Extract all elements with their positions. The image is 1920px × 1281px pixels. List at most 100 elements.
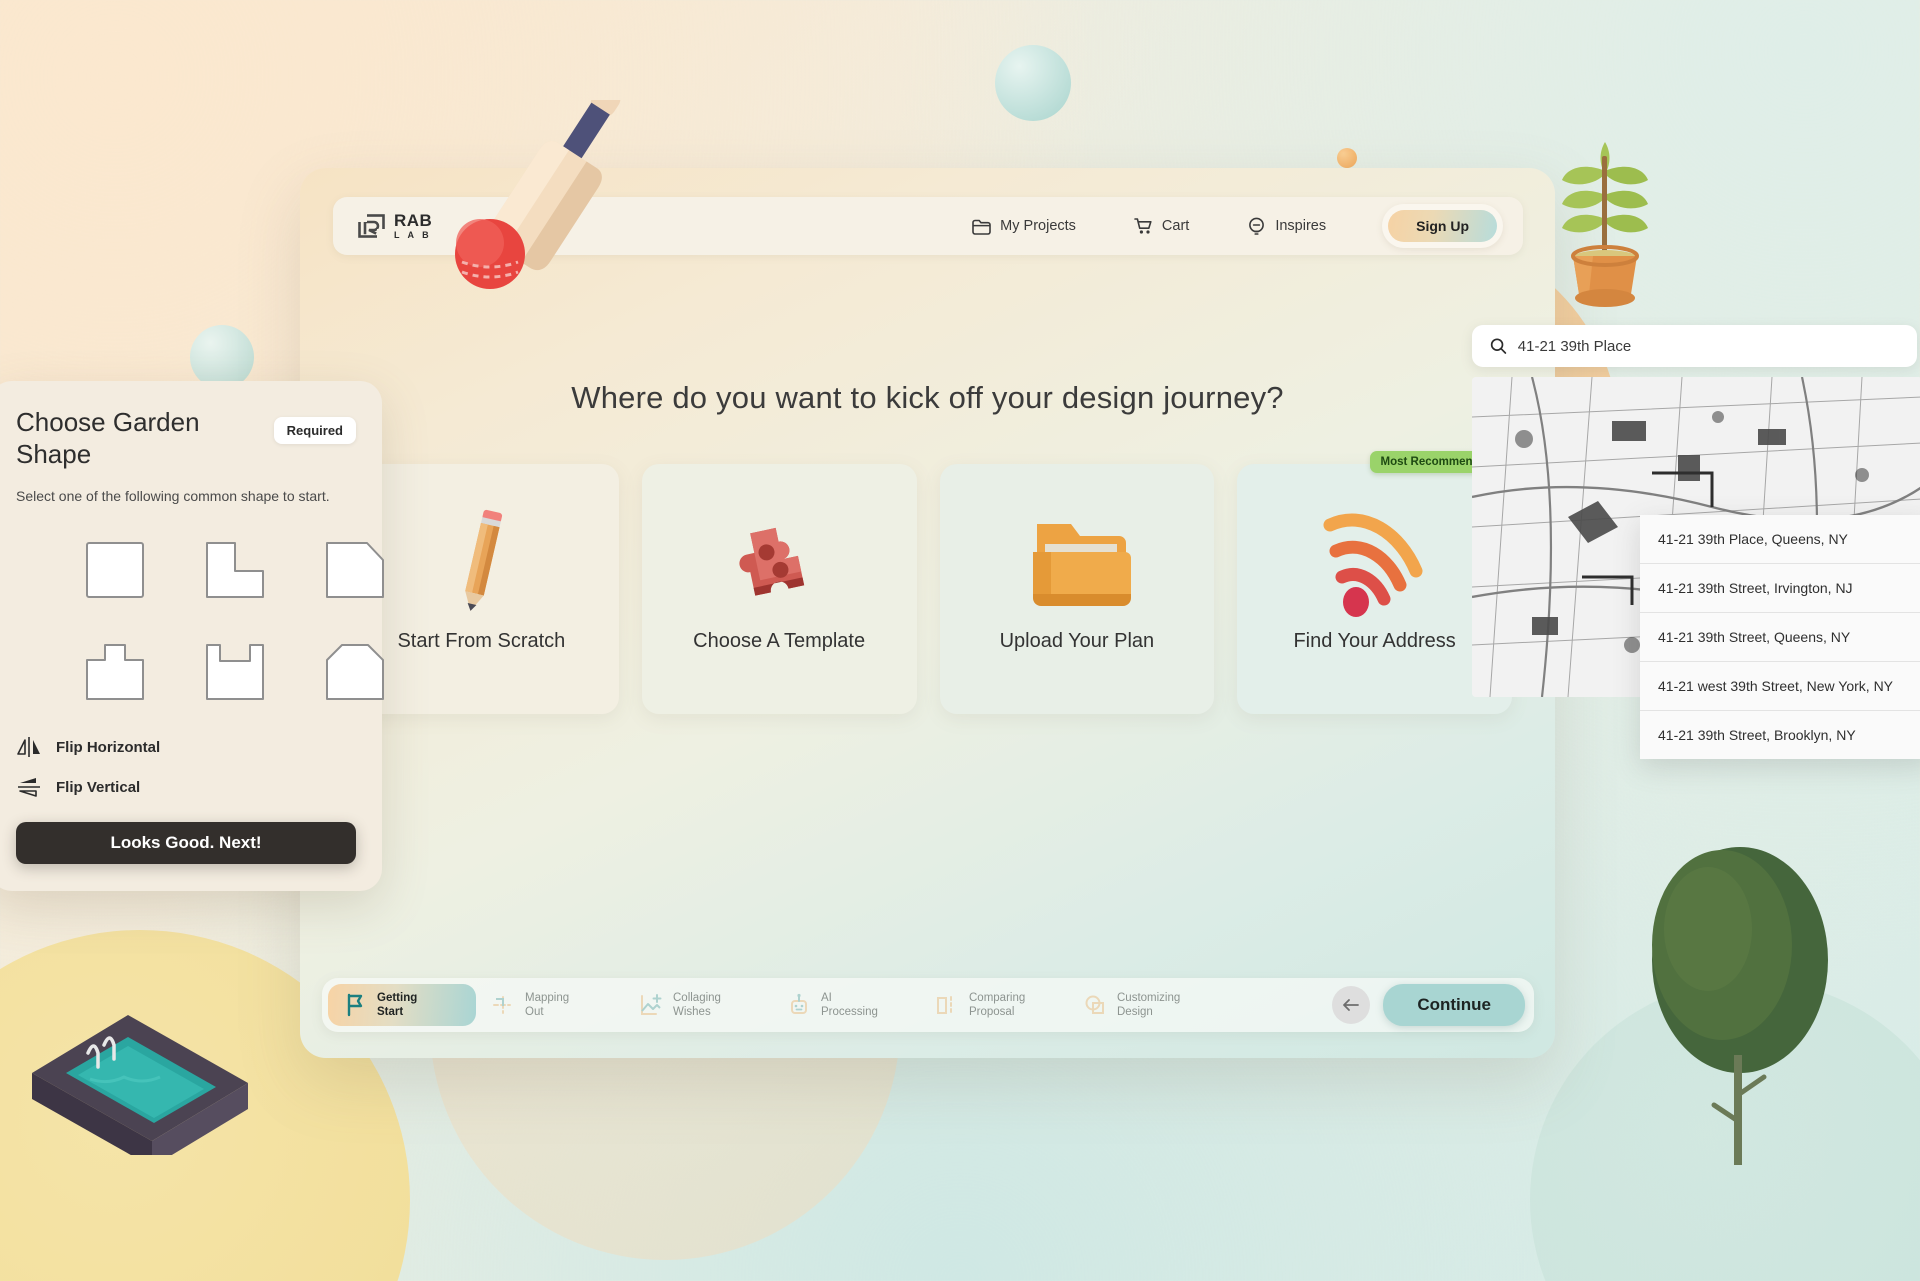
flip-vertical-control[interactable]: Flip Vertical: [16, 776, 356, 798]
shape-option-cut-corner[interactable]: [312, 528, 398, 612]
shape-option-l[interactable]: [192, 528, 278, 612]
flip-horizontal-icon: [17, 737, 40, 758]
signup-button[interactable]: Sign Up: [1388, 210, 1497, 242]
nav-label: Cart: [1161, 218, 1190, 234]
step-line2: Processing: [821, 1006, 878, 1018]
map-pin-icon: [493, 996, 511, 1014]
nav-label: My Projects: [1000, 218, 1076, 234]
shape-options-grid: [16, 528, 384, 714]
card-choose-a-template[interactable]: Choose A Template: [641, 464, 917, 714]
decor-bubble: [190, 325, 254, 389]
step-comparing-proposal[interactable]: Comparing Proposal: [920, 984, 1068, 1026]
flip-horizontal-control[interactable]: Flip Horizontal: [16, 736, 356, 758]
card-label: Find Your Address: [1293, 630, 1456, 652]
arrow-left-icon: [1343, 999, 1360, 1011]
image-plus-icon: [641, 994, 662, 1015]
continue-button[interactable]: Continue: [1383, 984, 1525, 1026]
tree-illustration: [1652, 847, 1828, 1165]
required-badge: Required: [273, 417, 356, 444]
cart-icon: [1134, 218, 1152, 234]
back-button[interactable]: [1332, 986, 1371, 1024]
nav-item-cart[interactable]: Cart: [1134, 217, 1189, 235]
brand-logo[interactable]: RAB L A B: [358, 212, 432, 240]
compare-icon: [937, 996, 952, 1015]
signup-button-wrapper: Sign Up: [1382, 204, 1503, 248]
card-upload-your-plan[interactable]: Upload Your Plan: [939, 464, 1215, 714]
step-getting-start[interactable]: Getting Start: [328, 984, 476, 1026]
step-line1: Comparing: [969, 991, 1026, 1004]
nav-item-my-projects[interactable]: My Projects: [972, 218, 1076, 235]
step-collaging-wishes[interactable]: Collaging Wishes: [624, 984, 772, 1026]
address-result-item[interactable]: 41-21 39th Street, Irvington, NJ: [1640, 564, 1920, 613]
shapes-icon: [1085, 995, 1104, 1014]
step-line1: AI: [821, 991, 832, 1004]
flip-controls: Flip Horizontal Flip Vertical: [16, 736, 356, 798]
step-line1: Mapping: [525, 991, 570, 1004]
option-cards: Start From Scratch Choose A Template Upl…: [344, 451, 1512, 714]
shape-option-beveled[interactable]: [312, 630, 398, 714]
shape-option-t-top[interactable]: [72, 630, 158, 714]
decor-blob-mint: [1530, 980, 1920, 1281]
address-search-panel: 41-21 39th Place, Queens, NY 41-21 39th …: [1472, 325, 1920, 759]
address-result-item[interactable]: 41-21 west 39th Street, New York, NY: [1640, 662, 1920, 711]
decor-bubble: [995, 45, 1071, 121]
step-customizing-design[interactable]: Customizing Design: [1068, 984, 1216, 1026]
top-navigation-bar: RAB L A B My Projects Cart Inspires Sign…: [333, 197, 1523, 255]
shape-option-square[interactable]: [72, 528, 158, 612]
step-mapping-out[interactable]: Mapping Out: [476, 984, 624, 1026]
panel-subtitle: Select one of the following common shape…: [16, 488, 330, 505]
card-label: Upload Your Plan: [999, 630, 1155, 652]
folder-icon: [972, 219, 991, 235]
puzzle-piece-icon: [721, 502, 837, 624]
robot-icon: [791, 993, 807, 1014]
address-search-bar[interactable]: [1472, 325, 1917, 367]
step-line1: Collaging: [673, 991, 721, 1004]
address-result-item[interactable]: 41-21 39th Street, Brooklyn, NY: [1640, 711, 1920, 759]
step-ai-processing[interactable]: AI Processing: [772, 984, 920, 1026]
step-line2: Design: [1117, 1006, 1153, 1018]
flip-horizontal-label: Flip Horizontal: [56, 738, 161, 756]
card-label: Choose A Template: [693, 630, 866, 652]
flip-vertical-icon: [18, 778, 40, 798]
swimming-pool-illustration: [32, 1015, 248, 1155]
beveled-shape-icon: [326, 644, 384, 701]
looks-good-next-button[interactable]: Looks Good. Next!: [16, 822, 356, 865]
rab-logo-mark-icon: [358, 214, 385, 238]
wifi-signal-icon: [1316, 502, 1434, 624]
stepper-actions: Continue: [1332, 984, 1525, 1026]
step-line2: Wishes: [673, 1006, 711, 1018]
flip-vertical-label: Flip Vertical: [56, 778, 141, 796]
progress-stepper: Getting Start Mapping Out Collaging Wish…: [322, 978, 1534, 1032]
shape-option-notched[interactable]: [192, 630, 278, 714]
l-shape-icon: [206, 542, 264, 599]
address-results-list: 41-21 39th Place, Queens, NY 41-21 39th …: [1640, 515, 1920, 759]
step-line2: Out: [525, 1006, 544, 1018]
brand-subname: L A B: [394, 230, 432, 240]
address-search-input[interactable]: [1517, 337, 1899, 355]
nav-label: Inspires: [1275, 218, 1327, 234]
address-result-item[interactable]: 41-21 39th Street, Queens, NY: [1640, 613, 1920, 662]
app-window: RAB L A B My Projects Cart Inspires Sign…: [300, 168, 1555, 1058]
page-headline: Where do you want to kick off your desig…: [571, 380, 1284, 415]
flag-icon: [347, 993, 363, 1017]
folder-3d-icon: [1021, 502, 1133, 624]
t-top-shape-icon: [86, 644, 144, 701]
step-line2: Start: [377, 1006, 404, 1018]
brand-name: RAB: [394, 211, 433, 230]
potted-plant-illustration: [1562, 142, 1648, 307]
search-icon: [1490, 338, 1507, 354]
notched-shape-icon: [206, 644, 264, 701]
panel-title: Choose Garden Shape: [16, 407, 200, 469]
address-result-item[interactable]: 41-21 39th Place, Queens, NY: [1640, 515, 1920, 564]
card-find-your-address[interactable]: Most Recommended Find Your Address: [1237, 451, 1512, 714]
cut-corner-shape-icon: [326, 542, 384, 599]
step-line2: Proposal: [969, 1006, 1015, 1018]
step-line1: Customizing: [1117, 991, 1181, 1004]
pencil-icon: [442, 502, 520, 624]
nav-items: My Projects Cart Inspires: [972, 217, 1326, 236]
lightbulb-icon: [1249, 217, 1265, 235]
decor-bubble: [1337, 148, 1357, 168]
square-shape-icon: [86, 542, 144, 599]
choose-garden-shape-panel: Choose Garden Shape Required Select one …: [0, 381, 384, 891]
nav-item-inspires[interactable]: Inspires: [1247, 217, 1326, 236]
